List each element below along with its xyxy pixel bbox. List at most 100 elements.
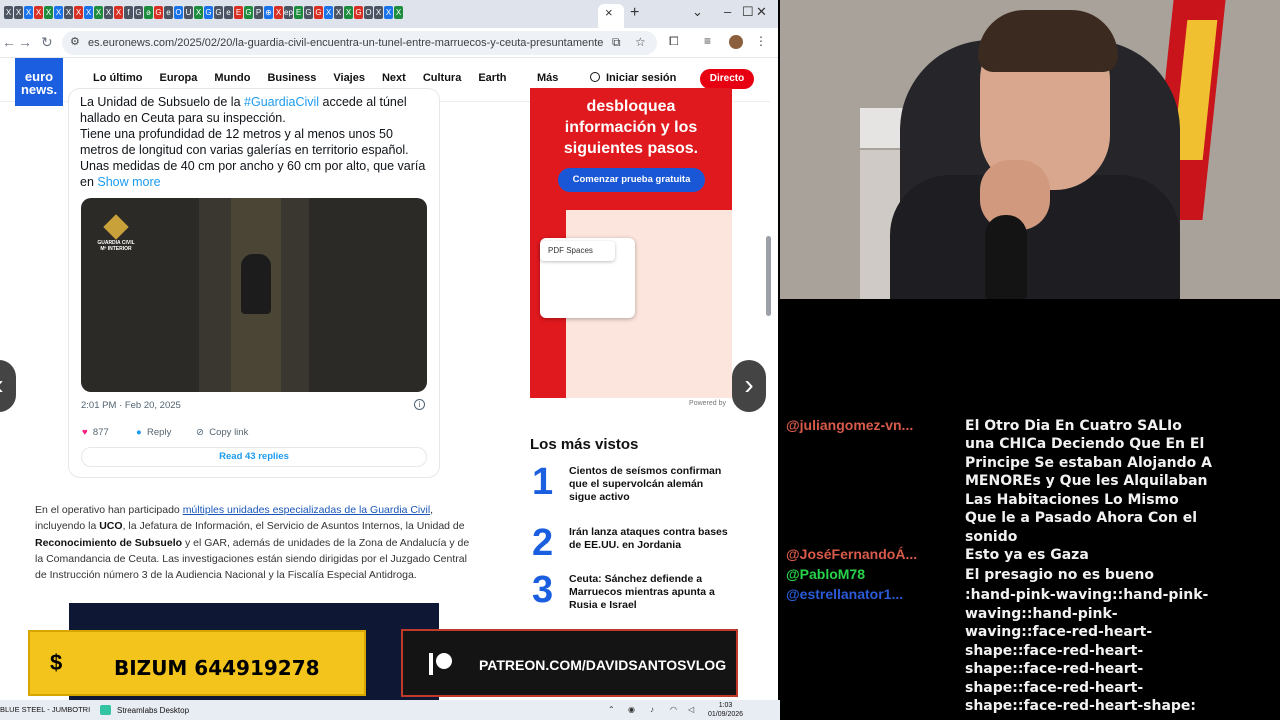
- powered-by[interactable]: Powered by: [530, 400, 732, 414]
- tab-favicon-icon[interactable]: X: [274, 6, 283, 19]
- tab-favicon-icon[interactable]: G: [204, 6, 213, 19]
- advertisement[interactable]: desbloquea información y los siguientes …: [530, 88, 732, 398]
- ad-cta-button[interactable]: Comenzar prueba gratuita: [558, 168, 705, 192]
- nav-item[interactable]: Mundo: [214, 72, 250, 84]
- tab-favicon-icon[interactable]: O: [364, 6, 373, 19]
- next-arrow-icon[interactable]: ›: [732, 360, 766, 412]
- tab-favicon-icon[interactable]: e: [164, 6, 173, 19]
- taskbar-app[interactable]: BLUE STEEL - JUMBOTRI: [0, 705, 90, 714]
- headline[interactable]: Ceuta: Sánchez defiende a Marruecos mien…: [569, 573, 733, 612]
- headline[interactable]: Irán lanza ataques contra bases de EE.UU…: [569, 526, 733, 552]
- login-link[interactable]: Iniciar sesión: [590, 72, 676, 84]
- tab-favicon-icon[interactable]: U: [184, 6, 193, 19]
- tab-favicon-icon[interactable]: X: [384, 6, 393, 19]
- reply-button[interactable]: ● Reply: [136, 427, 171, 438]
- install-icon[interactable]: ⧉: [612, 35, 621, 50]
- back-icon[interactable]: ←: [2, 34, 16, 50]
- tab-favicon-icon[interactable]: G: [154, 6, 163, 19]
- extensions-icon[interactable]: ⧠: [669, 34, 679, 49]
- copy-link-button[interactable]: ⊘ Copy link: [196, 427, 248, 438]
- tab-favicon-icon[interactable]: ep: [284, 6, 293, 19]
- hashtag-link[interactable]: #GuardiaCivil: [244, 95, 319, 109]
- euronews-logo[interactable]: euro news.: [15, 58, 63, 106]
- tab-favicon-icon[interactable]: G: [214, 6, 223, 19]
- tab-favicon-icon[interactable]: X: [344, 6, 353, 19]
- taskbar-app[interactable]: Streamlabs Desktop: [100, 705, 189, 715]
- tab-favicon-icon[interactable]: G: [134, 6, 143, 19]
- tab-favicon-icon[interactable]: O: [174, 6, 183, 19]
- tab-favicon-icon[interactable]: G: [354, 6, 363, 19]
- show-more-link[interactable]: Show more: [97, 175, 160, 189]
- reload-icon[interactable]: ↻: [41, 34, 53, 51]
- nav-item[interactable]: Earth: [478, 72, 506, 84]
- minimize-icon[interactable]: –: [724, 4, 731, 19]
- nav-item[interactable]: Next: [382, 72, 406, 84]
- tab-favicon-icon[interactable]: X: [14, 6, 23, 19]
- live-button[interactable]: Directo: [700, 69, 754, 89]
- prev-arrow-icon[interactable]: ‹: [0, 360, 16, 412]
- tab-favicon-icon[interactable]: X: [74, 6, 83, 19]
- tab-favicon-icon[interactable]: X: [64, 6, 73, 19]
- tab-favicon-icon[interactable]: X: [324, 6, 333, 19]
- forward-icon[interactable]: →: [18, 34, 32, 50]
- tab-favicon-icon[interactable]: X: [44, 6, 53, 19]
- nav-item[interactable]: Cultura: [423, 72, 462, 84]
- tab-favicon-icon[interactable]: X: [374, 6, 383, 19]
- tab-favicon-icon[interactable]: G: [314, 6, 323, 19]
- tab-favicon-icon[interactable]: f: [124, 6, 133, 19]
- chat-username[interactable]: @juliangomez-vn...: [786, 417, 956, 433]
- chevron-down-icon[interactable]: ⌄: [692, 4, 703, 20]
- tab-favicon-icon[interactable]: E: [234, 6, 243, 19]
- nav-item[interactable]: Europa: [160, 72, 198, 84]
- tab-favicon-icon[interactable]: G: [244, 6, 253, 19]
- tab-favicon-icon[interactable]: X: [34, 6, 43, 19]
- tab-favicon-icon[interactable]: X: [334, 6, 343, 19]
- menu-kebab-icon[interactable]: ⋮: [755, 34, 767, 48]
- tab-favicon-icon[interactable]: X: [84, 6, 93, 19]
- tab-favicon-icon[interactable]: E: [294, 6, 303, 19]
- tab-favicon-icon[interactable]: G: [304, 6, 313, 19]
- article-link[interactable]: múltiples unidades especializadas de la …: [183, 504, 430, 516]
- maximize-icon[interactable]: ☐: [742, 4, 754, 20]
- reading-list-icon[interactable]: ≡: [704, 34, 711, 48]
- info-icon[interactable]: i: [414, 399, 425, 410]
- nav-item[interactable]: Lo último: [93, 72, 143, 84]
- nav-item[interactable]: Business: [267, 72, 316, 84]
- nav-item[interactable]: Viajes: [333, 72, 365, 84]
- like-button[interactable]: ♥ 877: [82, 427, 109, 438]
- bookmark-star-icon[interactable]: ☆: [635, 35, 646, 49]
- headline[interactable]: Cientos de seísmos confirman que el supe…: [569, 465, 733, 504]
- tray-chevron-icon[interactable]: ⌃: [608, 705, 615, 714]
- more-menu[interactable]: Más: [537, 72, 558, 84]
- tab-favicon-icon[interactable]: ⊕: [264, 6, 273, 19]
- tab-favicon-icon[interactable]: X: [114, 6, 123, 19]
- tab-favicon-icon[interactable]: P: [254, 6, 263, 19]
- tab-favicon-icon[interactable]: X: [194, 6, 203, 19]
- close-tab-icon[interactable]: ×: [605, 5, 613, 20]
- chat-username[interactable]: @estrellanator1...: [786, 586, 956, 602]
- tab-favicon-icon[interactable]: X: [4, 6, 13, 19]
- tab-favicon-icon[interactable]: ǝ: [144, 6, 153, 19]
- read-replies-button[interactable]: Read 43 replies: [81, 447, 427, 467]
- clock[interactable]: 1:03 01/09/2026: [708, 701, 743, 719]
- scrollbar-thumb[interactable]: [766, 236, 771, 316]
- tab-favicons[interactable]: X X X X X X X X X X X Xf Gǝ Ge O U X G Ge E G P ⊕ Xep E G G X X X G O X X…: [4, 6, 403, 19]
- wifi-icon[interactable]: ◠: [670, 705, 677, 714]
- address-bar[interactable]: ⚙ es.euronews.com/2025/02/20/la-guardia-…: [62, 31, 657, 55]
- url-text[interactable]: es.euronews.com/2025/02/20/la-guardia-ci…: [88, 37, 603, 49]
- tab-favicon-icon[interactable]: X: [104, 6, 113, 19]
- new-tab-button[interactable]: +: [630, 4, 639, 22]
- chat-username[interactable]: @PabloM78: [786, 566, 956, 582]
- volume-icon[interactable]: ◁: [688, 705, 694, 714]
- tab-favicon-icon[interactable]: X: [94, 6, 103, 19]
- tray-icon[interactable]: ◉: [628, 705, 635, 714]
- tab-favicon-icon[interactable]: X: [24, 6, 33, 19]
- chat-username[interactable]: @JoséFernandoÁ...: [786, 546, 956, 562]
- tab-favicon-icon[interactable]: e: [224, 6, 233, 19]
- tweet-timestamp[interactable]: 2:01 PM · Feb 20, 2025: [81, 400, 181, 411]
- site-info-icon[interactable]: ⚙: [70, 35, 80, 48]
- mic-icon[interactable]: ♪: [650, 705, 654, 714]
- tweet-video[interactable]: GUARDIA CIVIL Mº INTERIOR: [81, 198, 427, 392]
- profile-avatar[interactable]: [729, 35, 743, 49]
- close-window-icon[interactable]: ✕: [756, 4, 767, 20]
